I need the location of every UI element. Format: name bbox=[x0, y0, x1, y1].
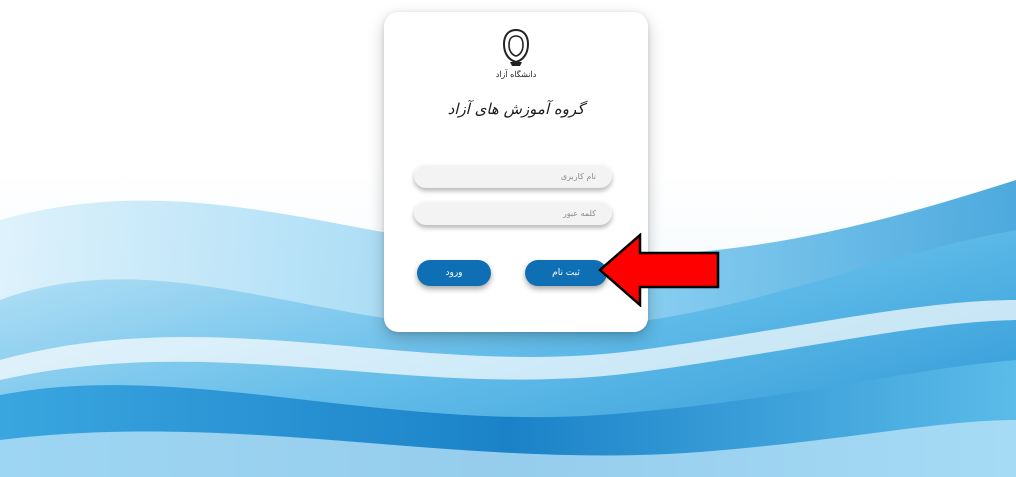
login-page: دانشگاه آزاد گروه آموزش های آزاد ورود ثب… bbox=[0, 0, 1016, 477]
password-field[interactable] bbox=[414, 201, 612, 226]
login-button[interactable]: ورود bbox=[417, 260, 491, 286]
username-input[interactable] bbox=[414, 164, 612, 189]
red-arrow-pointer-icon bbox=[598, 233, 720, 307]
username-field[interactable] bbox=[414, 164, 612, 189]
card-title: گروه آموزش های آزاد bbox=[447, 100, 585, 118]
register-button[interactable]: ثبت نام bbox=[525, 260, 607, 286]
university-logo-caption: دانشگاه آزاد bbox=[495, 70, 537, 79]
university-logo-icon bbox=[502, 28, 530, 66]
password-input[interactable] bbox=[414, 201, 612, 226]
